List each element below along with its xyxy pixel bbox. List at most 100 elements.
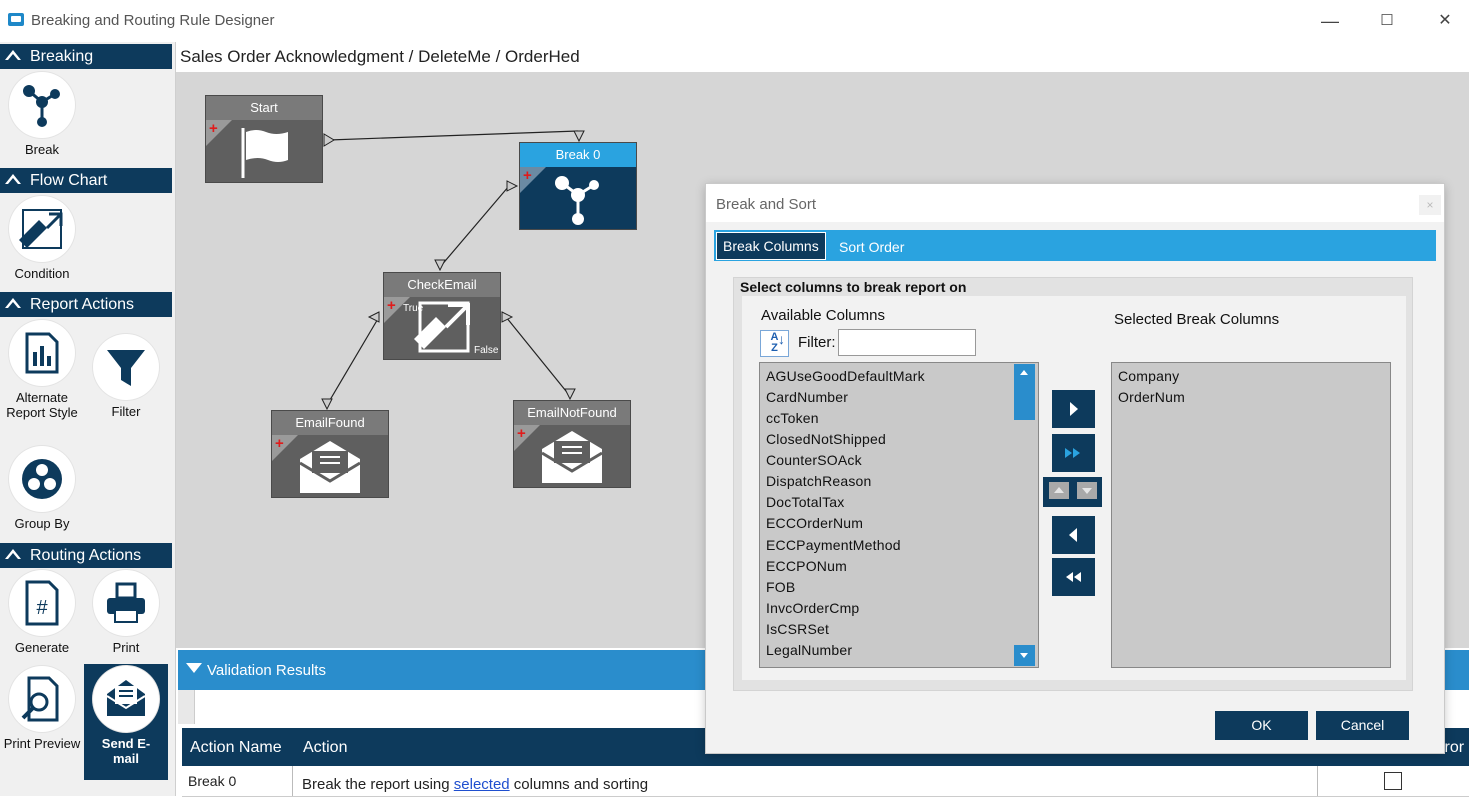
tool-label: Print Preview <box>3 736 81 751</box>
generate-document-icon: # <box>9 570 75 636</box>
list-item[interactable]: ClosedNotShipped <box>766 431 886 447</box>
arrow-left-icon <box>1069 528 1077 542</box>
add-icon[interactable]: + <box>517 426 526 441</box>
tool-break[interactable]: Break <box>2 72 82 157</box>
list-item[interactable]: FOB <box>766 579 795 595</box>
break-icon <box>555 176 599 225</box>
section-label: Breaking <box>30 48 94 65</box>
add-icon[interactable]: + <box>387 298 396 313</box>
section-breaking-header[interactable]: Breaking <box>0 44 172 69</box>
tool-alternate-report-style[interactable]: Alternate Report Style <box>2 320 82 420</box>
list-item[interactable]: AGUseGoodDefaultMark <box>766 368 925 384</box>
cell-divider <box>1317 766 1318 796</box>
maximize-button[interactable]: ☐ <box>1367 8 1407 34</box>
tool-generate[interactable]: # Generate <box>2 570 82 655</box>
selected-link[interactable]: selected <box>454 776 510 793</box>
node-start[interactable]: Start + <box>205 95 323 183</box>
available-columns-list[interactable]: AGUseGoodDefaultMark CardNumber ccToken … <box>759 362 1039 668</box>
list-item[interactable]: LegalNumber <box>766 642 852 658</box>
cancel-button[interactable]: Cancel <box>1316 711 1409 740</box>
section-routing-header[interactable]: Routing Actions <box>0 543 172 568</box>
add-icon[interactable]: + <box>523 168 532 183</box>
tool-condition[interactable]: Condition <box>2 196 82 281</box>
list-item[interactable]: ECCPaymentMethod <box>766 537 901 553</box>
break-icon <box>9 72 75 138</box>
dialog-close-button[interactable]: × <box>1419 195 1441 215</box>
send-email-icon <box>93 666 159 732</box>
scroll-thumb[interactable] <box>1014 364 1035 420</box>
minimize-button[interactable]: — <box>1310 8 1350 34</box>
move-right-button[interactable] <box>1052 390 1095 428</box>
scroll-down-button[interactable] <box>1014 645 1035 666</box>
window-title: Breaking and Routing Rule Designer <box>31 12 275 29</box>
list-item[interactable]: Company <box>1118 368 1179 384</box>
move-up-button[interactable] <box>1049 482 1069 499</box>
chevron-up-icon <box>5 549 21 559</box>
sort-alpha-icon[interactable]: A Z ↓ <box>760 330 789 357</box>
node-title: Start <box>206 96 322 120</box>
list-item[interactable]: CounterSOAck <box>766 452 862 468</box>
validation-title: Validation Results <box>207 662 326 679</box>
node-email-found[interactable]: EmailFound + <box>271 410 389 498</box>
printer-icon <box>93 570 159 636</box>
list-item[interactable]: IsCSRSet <box>766 621 829 637</box>
row-action-text: Break the report using selected columns … <box>302 776 648 793</box>
action-prefix: Break the report using <box>302 776 454 793</box>
tool-label: Print <box>112 640 140 655</box>
section-report-header[interactable]: Report Actions <box>0 292 172 317</box>
double-arrow-left-icon-part <box>1074 572 1081 582</box>
vertical-scrollbar[interactable] <box>1014 363 1036 667</box>
node-break-0[interactable]: Break 0 + <box>519 142 637 230</box>
filter-input[interactable] <box>838 329 976 356</box>
terminate-on-error-checkbox[interactable] <box>1384 772 1402 790</box>
chevron-up-icon <box>1020 370 1028 375</box>
table-row[interactable]: Break 0 Break the report using selected … <box>182 766 1469 797</box>
move-all-left-button[interactable] <box>1052 558 1095 596</box>
move-left-button[interactable] <box>1052 516 1095 554</box>
list-item[interactable]: ccToken <box>766 410 819 426</box>
dialog-title: Break and Sort <box>716 196 817 213</box>
list-item[interactable]: DocTotalTax <box>766 494 844 510</box>
section-flowchart-header[interactable]: Flow Chart <box>0 168 172 193</box>
node-email-not-found[interactable]: EmailNotFound + <box>513 400 631 488</box>
ok-button[interactable]: OK <box>1215 711 1308 740</box>
selected-columns-list[interactable]: Company OrderNum <box>1111 362 1391 668</box>
arrow-up-icon <box>1054 487 1064 493</box>
tool-filter[interactable]: Filter <box>86 334 166 419</box>
move-all-right-button[interactable] <box>1052 434 1095 472</box>
chevron-up-icon <box>5 50 21 60</box>
chevron-down-icon <box>1020 653 1028 658</box>
close-button[interactable]: ✕ <box>1425 8 1465 34</box>
chevron-down-icon <box>186 663 202 673</box>
tool-print-preview[interactable]: Print Preview <box>2 666 82 751</box>
tool-print[interactable]: Print <box>86 570 166 655</box>
breadcrumb: Sales Order Acknowledgment / DeleteMe / … <box>180 47 580 66</box>
tool-send-email[interactable]: Send E-mail <box>84 664 168 780</box>
list-item[interactable]: OrderNum <box>1118 389 1185 405</box>
chevron-up-icon <box>5 174 21 184</box>
filter-icon <box>93 334 159 400</box>
reorder-buttons <box>1043 477 1102 507</box>
add-icon[interactable]: + <box>209 121 218 136</box>
false-branch-label: False <box>474 345 499 356</box>
email-icon <box>299 441 361 493</box>
list-item[interactable]: ECCPONum <box>766 558 847 574</box>
tool-label: Alternate Report Style <box>6 390 78 420</box>
node-title: CheckEmail <box>384 273 500 297</box>
list-item[interactable]: CardNumber <box>766 389 848 405</box>
email-icon <box>541 431 603 483</box>
tab-break-columns[interactable]: Break Columns <box>716 232 826 260</box>
column-action-name: Action Name <box>190 739 282 756</box>
list-item[interactable]: DispatchReason <box>766 473 872 489</box>
list-item[interactable]: InvcOrderCmp <box>766 600 859 616</box>
add-icon[interactable]: + <box>275 436 284 451</box>
tab-sort-order[interactable]: Sort Order <box>833 234 910 260</box>
arrow-down-icon <box>1082 488 1092 494</box>
tool-group-by[interactable]: Group By <box>2 446 82 531</box>
move-down-button[interactable] <box>1077 482 1097 499</box>
panel-label: Select columns to break report on <box>740 279 967 295</box>
svg-text:#: # <box>36 597 48 619</box>
list-item[interactable]: ECCOrderNum <box>766 515 863 531</box>
node-check-email[interactable]: CheckEmail + True False <box>383 272 501 360</box>
filter-label: Filter: <box>798 334 836 351</box>
